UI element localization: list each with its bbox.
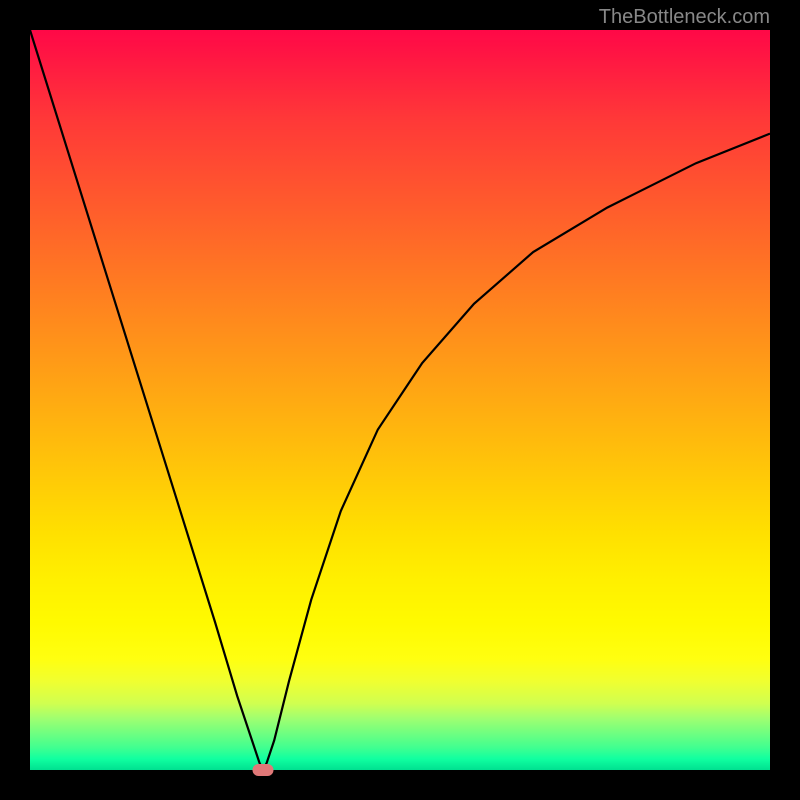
watermark-text: TheBottleneck.com — [599, 6, 770, 29]
plot-area — [30, 30, 770, 770]
minimum-marker — [253, 764, 274, 776]
curve-svg — [30, 30, 770, 770]
bottleneck-curve — [30, 30, 770, 770]
chart-container: TheBottleneck.com — [0, 0, 800, 800]
